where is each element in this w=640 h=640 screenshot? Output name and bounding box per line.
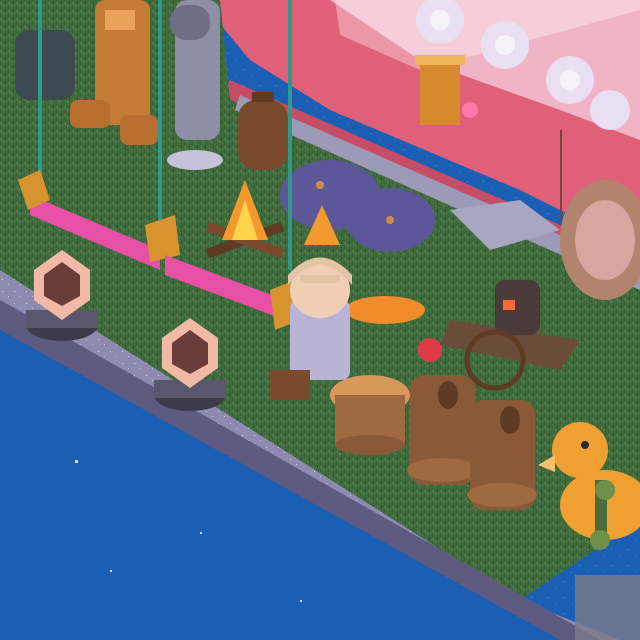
orange-puddle (345, 296, 425, 324)
railing (575, 575, 640, 640)
game-room-scene (0, 0, 640, 640)
stump-chair-1[interactable] (407, 375, 477, 485)
stump-chair-2[interactable] (467, 400, 537, 510)
red-mushroom[interactable] (418, 338, 442, 362)
tree-stump-icon[interactable] (330, 375, 410, 455)
kettle-icon[interactable] (238, 92, 288, 170)
